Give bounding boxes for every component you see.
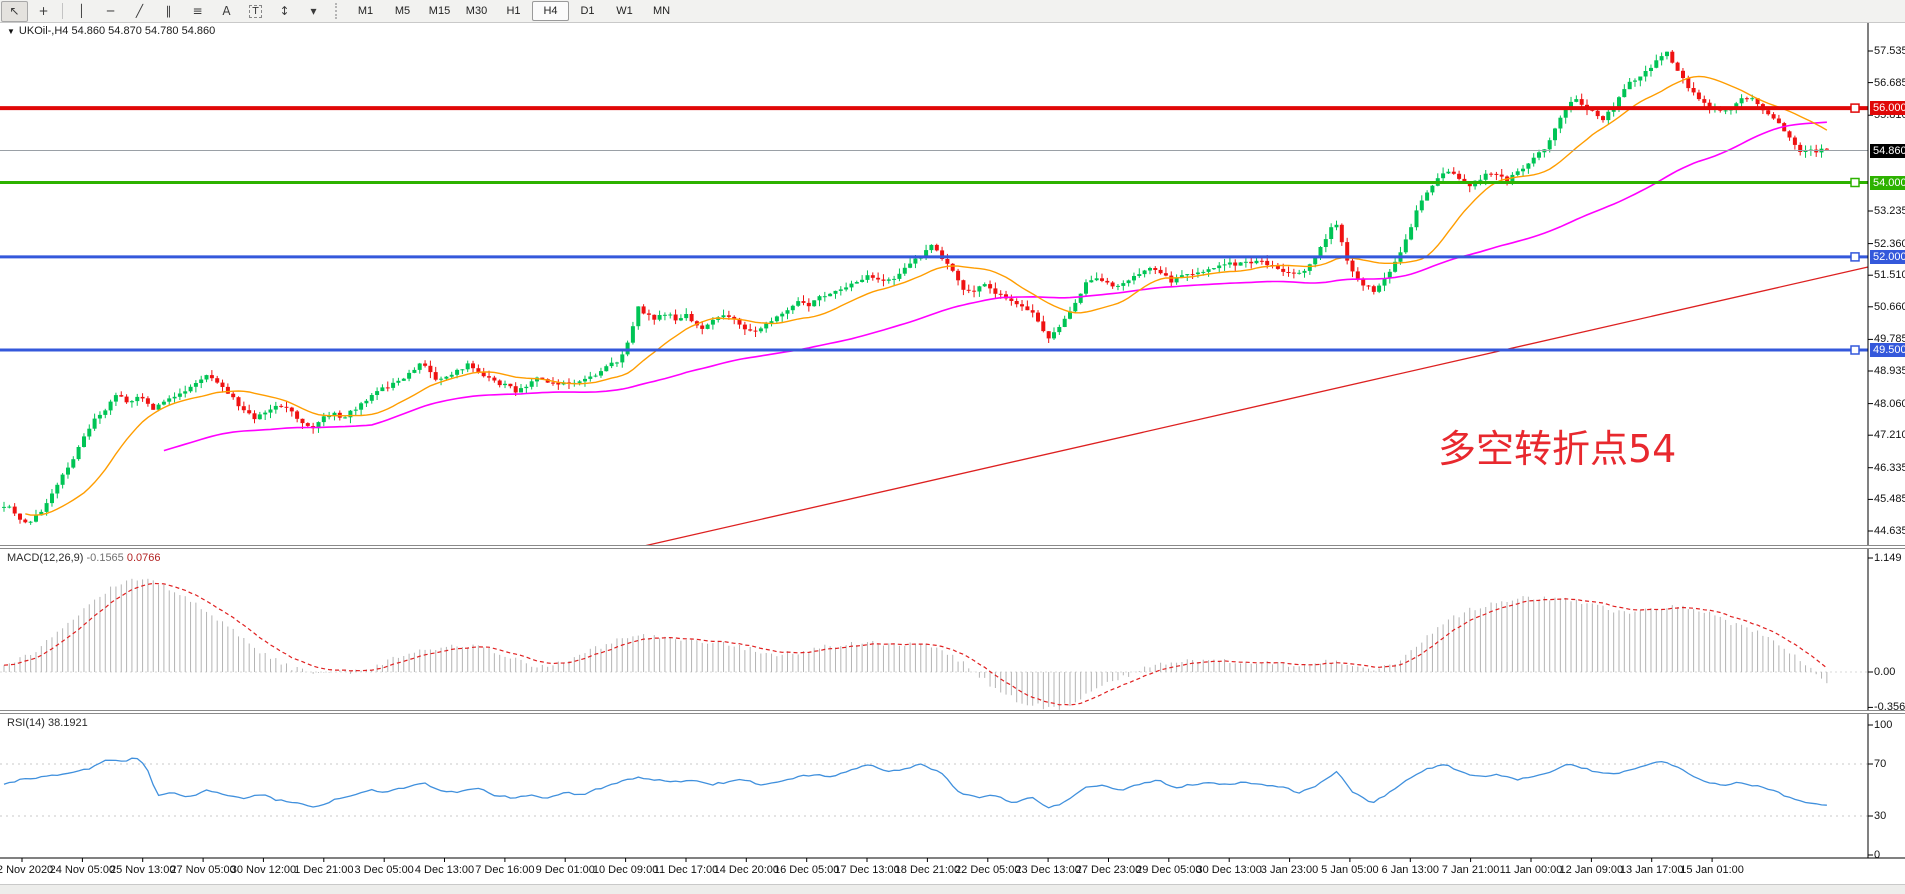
toolbar-separator (62, 3, 63, 19)
timeframe-m1-button[interactable]: M1 (347, 1, 384, 21)
macd-main-value: -0.1565 (86, 552, 123, 564)
rsi-tick-0: 0 (1874, 849, 1905, 861)
fibonacci-tool-icon[interactable]: ≡ (184, 1, 211, 22)
rsi-value: 38.1921 (48, 717, 88, 729)
timeframe-h1-button[interactable]: H1 (495, 1, 532, 21)
price-tick-44.635: 44.635 (1874, 525, 1905, 537)
price-tick-48.935: 48.935 (1874, 365, 1905, 377)
macd-tick-1.149: 1.149 (1874, 552, 1905, 564)
trendline-tool-icon[interactable]: ╱ (126, 1, 153, 22)
timeframe-d1-button[interactable]: D1 (569, 1, 606, 21)
macd-tick--0.3563: -0.3563 (1874, 701, 1905, 713)
price-tick-57.535: 57.535 (1874, 45, 1905, 57)
rsi-name: RSI(14) (7, 717, 45, 729)
symbol-ohlc-label: ▼ UKOil-,H4 54.860 54.870 54.780 54.860 (7, 25, 215, 37)
price-tick-48.060: 48.060 (1874, 398, 1905, 410)
time-tick-label: 15 Jan 01:00 (1664, 864, 1760, 876)
trendline-layer (644, 267, 1868, 546)
cursor-tool-icon[interactable]: ↖ (1, 1, 28, 22)
price-tick-51.510: 51.510 (1874, 269, 1905, 281)
hline-marker-56.000 (1851, 104, 1859, 112)
hline-price-badge-56.000: 56.000 (1870, 101, 1905, 115)
macd-name: MACD(12,26,9) (7, 552, 83, 564)
current-price-badge: 54.860 (1870, 144, 1905, 158)
toolbar-grip[interactable] (335, 3, 342, 19)
timeframe-buttons-group: M1M5M15M30H1H4D1W1MN (347, 1, 680, 21)
rsi-line (4, 758, 1827, 808)
timeframe-h4-button[interactable]: H4 (532, 1, 569, 21)
price-tick-46.335: 46.335 (1874, 462, 1905, 474)
timeframe-m15-button[interactable]: M15 (421, 1, 458, 21)
vertical-line-tool-icon[interactable]: │ (68, 1, 95, 22)
timeframe-mn-button[interactable]: MN (643, 1, 680, 21)
rsi-tick-30: 30 (1874, 810, 1905, 822)
arrows-tool-icon[interactable]: ↕ (271, 1, 298, 22)
drawing-tools-group: ↖+ │─╱∥≡AT↕▾ (0, 1, 328, 22)
equidistant-channel-tool-icon[interactable]: ∥ (155, 1, 182, 22)
timeframe-m5-button[interactable]: M5 (384, 1, 421, 21)
rsi-tick-70: 70 (1874, 758, 1905, 770)
macd-indicator-label: MACD(12,26,9) -0.1565 0.0766 (7, 552, 161, 564)
hline-marker-54.000 (1851, 179, 1859, 187)
panel-separator-macd[interactable] (0, 545, 1905, 549)
macd-signal-value: 0.0766 (127, 552, 161, 564)
rsi-tick-100: 100 (1874, 719, 1905, 731)
price-tick-56.685: 56.685 (1874, 77, 1905, 89)
timeframe-w1-button[interactable]: W1 (606, 1, 643, 21)
price-tick-47.210: 47.210 (1874, 429, 1905, 441)
hline-marker-52.000 (1851, 253, 1859, 261)
hline-price-badge-52.000: 52.000 (1870, 250, 1905, 264)
symbol-dropdown-icon[interactable]: ▼ (7, 27, 15, 36)
rsi-indicator-label: RSI(14) 38.1921 (7, 717, 88, 729)
text-tool-icon[interactable]: A (213, 1, 240, 22)
price-tick-50.660: 50.660 (1874, 301, 1905, 313)
price-tick-53.235: 53.235 (1874, 205, 1905, 217)
horizontal-line-tool-icon[interactable]: ─ (97, 1, 124, 22)
panel-separator-rsi[interactable] (0, 710, 1905, 714)
price-tick-52.360: 52.360 (1874, 238, 1905, 250)
toolbar: ↖+ │─╱∥≡AT↕▾ M1M5M15M30H1H4D1W1MN (0, 0, 1905, 23)
dropdown-caret-icon[interactable]: ▾ (300, 1, 327, 22)
macd-signal-line (4, 583, 1827, 705)
symbol-ohlc-text: UKOil-,H4 54.860 54.870 54.780 54.860 (19, 25, 215, 37)
status-strip (0, 884, 1905, 894)
hline-price-badge-49.500: 49.500 (1870, 343, 1905, 357)
hline-price-badge-54.000: 54.000 (1870, 176, 1905, 190)
text-label-tool-icon[interactable]: T (242, 1, 269, 22)
macd-tick-0.00: 0.00 (1874, 666, 1905, 678)
mt4-window: ↖+ │─╱∥≡AT↕▾ M1M5M15M30H1H4D1W1MN ▼ UKOil-… (0, 0, 1905, 894)
timeframe-m30-button[interactable]: M30 (458, 1, 495, 21)
chart-text-annotation[interactable]: 多空转折点54 (1438, 418, 1676, 473)
crosshair-tool-icon[interactable]: + (30, 1, 57, 22)
hline-marker-49.500 (1851, 346, 1859, 354)
price-tick-45.485: 45.485 (1874, 493, 1905, 505)
